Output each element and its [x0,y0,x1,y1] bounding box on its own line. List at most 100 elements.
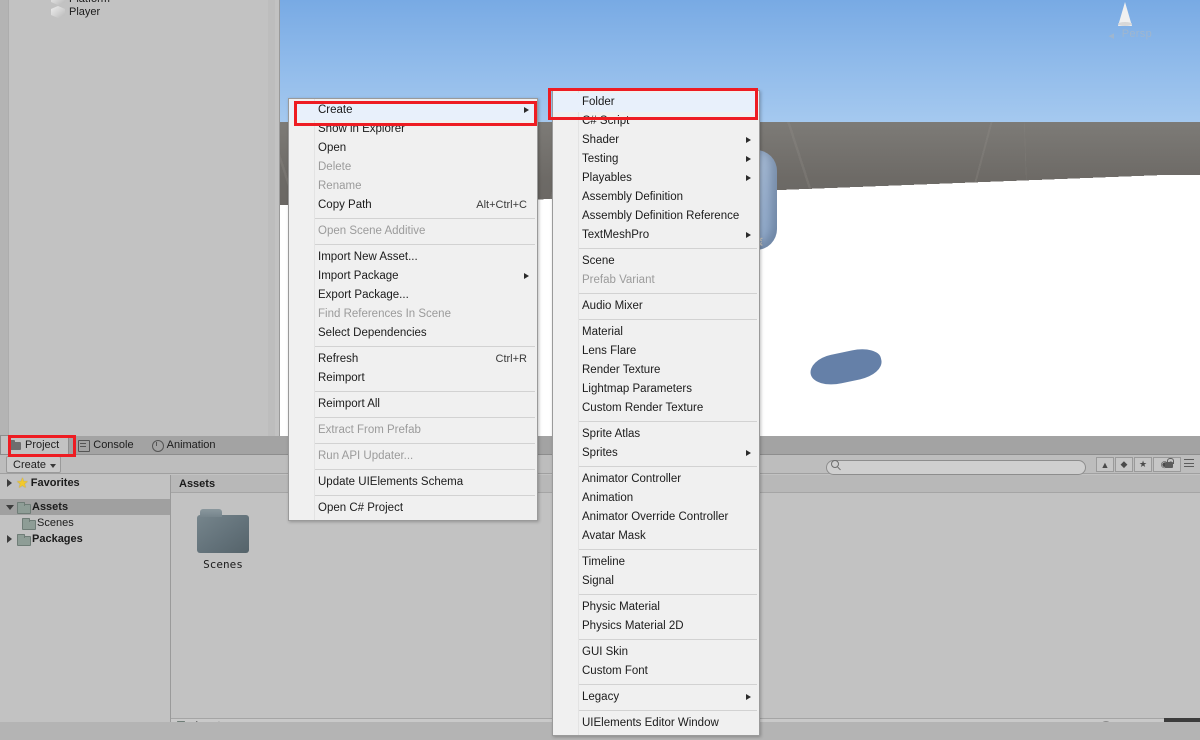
tree-item-favorites[interactable]: ★ Favorites [0,475,170,491]
menu-item-label: Run API Updater... [318,450,414,462]
lock-icon[interactable] [1164,457,1174,469]
tab-animation[interactable]: Animation [143,435,225,454]
context-menu-item-open-scene-additive: Open Scene Additive [289,222,537,241]
menu-item-label: Delete [318,161,352,173]
chevron-down-icon[interactable] [6,503,14,511]
create-submenu-separator [579,549,757,550]
project-tree[interactable]: ★ Favorites Assets Scenes Packages [0,475,171,740]
create-submenu-item-uielements-editor-window[interactable]: UIElements Editor Window [553,714,759,733]
tree-item-scenes[interactable]: Scenes [0,515,170,531]
create-submenu-item-physic-material[interactable]: Physic Material [553,598,759,617]
filter-label-button[interactable]: ◆ [1115,457,1133,472]
asset-label: Scenes [203,558,243,571]
context-menu-item-open[interactable]: Open [289,139,537,158]
cube-icon [51,5,65,18]
menu-item-label: Animator Controller [582,473,682,485]
context-menu-item-update-uielements-schema[interactable]: Update UIElements Schema [289,473,537,492]
chevron-right-icon[interactable] [6,479,14,487]
tree-item-assets[interactable]: Assets [0,499,170,515]
context-menu-item-create[interactable]: Create [289,101,537,120]
create-submenu-item-lens-flare[interactable]: Lens Flare [553,342,759,361]
create-submenu-item-sprites[interactable]: Sprites [553,444,759,463]
context-menu-item-copy-path[interactable]: Copy Path Alt+Ctrl+C [289,196,537,215]
create-submenu-item-avatar-mask[interactable]: Avatar Mask [553,527,759,546]
create-submenu-item-custom-render-texture[interactable]: Custom Render Texture [553,399,759,418]
create-dropdown-button[interactable]: Create [6,456,62,473]
search-icon [831,460,839,468]
create-submenu-item-custom-font[interactable]: Custom Font [553,662,759,681]
create-submenu-item-assembly-definition-reference[interactable]: Assembly Definition Reference [553,207,759,226]
create-submenu-item-signal[interactable]: Signal [553,572,759,591]
create-button-label: Create [13,458,47,471]
create-submenu[interactable]: Folder C# Script Shader Testing Playables Ass… [552,90,760,736]
folder-asset-icon [197,509,249,553]
create-submenu-item-c-script[interactable]: C# Script [553,112,759,131]
create-submenu-item-animation[interactable]: Animation [553,489,759,508]
hierarchy-item-label: Platform [69,0,110,5]
hierarchy-list[interactable]: Platform Player [8,0,275,436]
context-menu-separator [315,346,535,347]
chevron-right-icon[interactable] [6,535,14,543]
create-submenu-separator [579,466,757,467]
create-submenu-item-scene[interactable]: Scene [553,252,759,271]
create-submenu-item-assembly-definition[interactable]: Assembly Definition [553,188,759,207]
menu-item-label: Select Dependencies [318,327,427,339]
context-menu-item-refresh[interactable]: Refresh Ctrl+R [289,350,537,369]
filter-favorite-button[interactable]: ▲ [1096,457,1114,472]
context-menu-item-export-package[interactable]: Export Package... [289,286,537,305]
menu-item-shortcut: Ctrl+R [495,353,527,365]
create-submenu-item-material[interactable]: Material [553,323,759,342]
console-icon [78,439,91,452]
hierarchy-row-player[interactable]: Player [51,5,100,18]
create-submenu-item-gui-skin[interactable]: GUI Skin [553,643,759,662]
hierarchy-item-label: Player [69,5,101,18]
tab-project[interactable]: Project [0,435,70,454]
menu-item-label: Physic Material [582,601,660,613]
create-submenu-item-render-texture[interactable]: Render Texture [553,361,759,380]
context-menu-item-open-c-project[interactable]: Open C# Project [289,499,537,518]
folder-icon [10,440,21,450]
context-menu-item-select-dependencies[interactable]: Select Dependencies [289,324,537,343]
context-menu-item-import-package[interactable]: Import Package [289,267,537,286]
create-submenu-item-testing[interactable]: Testing [553,150,759,169]
create-submenu-item-lightmap-parameters[interactable]: Lightmap Parameters [553,380,759,399]
menu-item-label: Open C# Project [318,502,404,514]
menu-item-label: Sprites [582,447,618,459]
create-submenu-item-playables[interactable]: Playables [553,169,759,188]
search-field-wrapper[interactable] [826,457,1086,475]
create-submenu-item-prefab-variant: Prefab Variant [553,271,759,290]
create-submenu-item-animator-override-controller[interactable]: Animator Override Controller [553,508,759,527]
hierarchy-panel[interactable]: Platform Player [0,0,280,436]
create-submenu-item-shader[interactable]: Shader [553,131,759,150]
create-submenu-item-animator-controller[interactable]: Animator Controller [553,470,759,489]
label-tag-icon: ◆ [1120,459,1128,469]
menu-item-label: GUI Skin [582,646,629,658]
hamburger-menu-icon[interactable] [1181,459,1194,468]
context-menu-item-show-in-explorer[interactable]: Show in Explorer [289,120,537,139]
create-submenu-item-timeline[interactable]: Timeline [553,553,759,572]
create-submenu-item-physics-material-2d[interactable]: Physics Material 2D [553,617,759,636]
context-menu-item-reimport-all[interactable]: Reimport All [289,395,537,414]
menu-item-label: Sprite Atlas [582,428,641,440]
hierarchy-scrollbar[interactable] [268,0,275,436]
create-submenu-item-textmeshpro[interactable]: TextMeshPro [553,226,759,245]
tab-console[interactable]: Console [69,435,142,454]
tree-item-packages[interactable]: Packages [0,531,170,547]
context-menu-item-reimport[interactable]: Reimport [289,369,537,388]
clock-icon [151,439,164,452]
create-submenu-item-legacy[interactable]: Legacy [553,688,759,707]
filter-star-button[interactable]: ★ [1134,457,1152,472]
menu-item-label: Physics Material 2D [582,620,684,632]
create-submenu-item-audio-mixer[interactable]: Audio Mixer [553,297,759,316]
asset-item-scenes[interactable]: Scenes [185,509,261,571]
create-submenu-item-sprite-atlas[interactable]: Sprite Atlas [553,425,759,444]
create-submenu-item-folder[interactable]: Folder [553,93,759,112]
context-menu-item-import-new-asset[interactable]: Import New Asset... [289,248,537,267]
unity-editor-window: ❄ ◂ Persp Platform Player Project [0,0,1200,740]
submenu-arrow-icon [524,107,529,113]
menu-item-label: Material [582,326,623,338]
search-input[interactable] [826,460,1086,475]
project-context-menu[interactable]: Create Show in Explorer Open Delete Rename Co… [288,98,538,521]
context-menu-item-rename: Rename [289,177,537,196]
context-menu-separator [315,417,535,418]
